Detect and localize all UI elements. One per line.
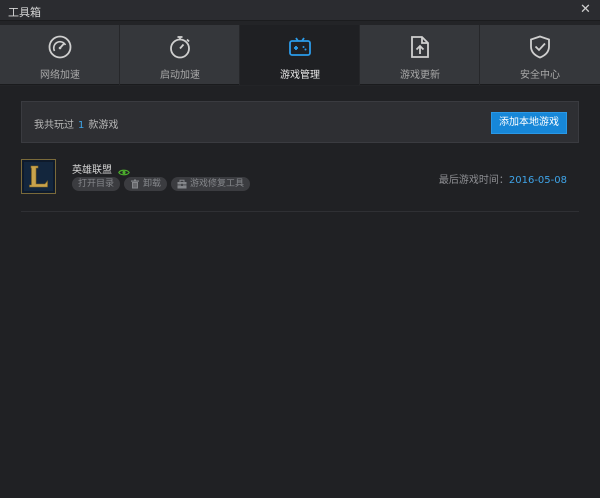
game-actions: 打开目录 卸载 游戏修复工具 bbox=[72, 177, 254, 192]
open-directory-button[interactable]: 打开目录 bbox=[72, 177, 121, 191]
tab-label: 启动加速 bbox=[160, 70, 200, 81]
last-played-time: 最后游戏时间：2016-05-08 bbox=[439, 171, 567, 186]
uninstall-button[interactable]: 卸载 bbox=[124, 177, 168, 191]
summary-suffix: 款游戏 bbox=[88, 120, 119, 131]
shield-icon bbox=[527, 34, 553, 60]
game-repair-tool-button[interactable]: 游戏修复工具 bbox=[171, 177, 251, 191]
tab-label: 安全中心 bbox=[520, 70, 560, 81]
trash-icon bbox=[131, 179, 140, 189]
tab-label: 游戏管理 bbox=[280, 70, 320, 81]
uninstall-label: 卸载 bbox=[143, 179, 162, 189]
stopwatch-icon bbox=[167, 34, 193, 60]
eye-icon[interactable] bbox=[118, 162, 130, 176]
tab-game-management[interactable]: 游戏管理 bbox=[240, 25, 360, 85]
game-name: 英雄联盟 bbox=[72, 165, 112, 176]
games-summary-bar: 我共玩过 1 款游戏 添加本地游戏 bbox=[21, 101, 579, 143]
last-played-label: 最后游戏时间： bbox=[438, 175, 509, 186]
window-title: 工具箱 bbox=[8, 6, 41, 19]
summary-prefix: 我共玩过 bbox=[34, 120, 74, 131]
last-played-date: 2016-05-08 bbox=[508, 175, 567, 186]
gamepad-icon bbox=[287, 34, 313, 60]
game-list-item: 英雄联盟 打开目录 卸载 游戏修复工具 最后游戏时间：2016-05-08 bbox=[21, 156, 579, 212]
tab-security-center[interactable]: 安全中心 bbox=[480, 25, 600, 85]
tab-label: 游戏更新 bbox=[400, 70, 440, 81]
game-repair-tool-label: 游戏修复工具 bbox=[190, 179, 245, 189]
title-bar: 工具箱 ✕ bbox=[0, 0, 600, 21]
tab-startup-acceleration[interactable]: 启动加速 bbox=[120, 25, 240, 85]
games-count: 1 bbox=[78, 120, 85, 131]
games-played-summary: 我共玩过 1 款游戏 bbox=[34, 116, 118, 131]
game-management-panel: 我共玩过 1 款游戏 添加本地游戏 英雄联盟 打开目录 卸载 游戏修复工具 最后… bbox=[0, 86, 600, 498]
tab-game-update[interactable]: 游戏更新 bbox=[360, 25, 480, 85]
toolbox-icon bbox=[177, 179, 187, 189]
tab-label: 网络加速 bbox=[40, 70, 80, 81]
tab-bar: 网络加速 启动加速 游戏管理 游戏更新 安全中心 bbox=[0, 25, 600, 85]
tab-network-acceleration[interactable]: 网络加速 bbox=[0, 25, 120, 85]
open-directory-label: 打开目录 bbox=[78, 179, 115, 189]
add-local-game-button[interactable]: 添加本地游戏 bbox=[491, 112, 567, 134]
league-of-legends-logo[interactable] bbox=[21, 159, 56, 194]
update-icon bbox=[407, 34, 433, 60]
speedometer-icon bbox=[47, 34, 73, 60]
close-icon[interactable]: ✕ bbox=[578, 2, 593, 17]
